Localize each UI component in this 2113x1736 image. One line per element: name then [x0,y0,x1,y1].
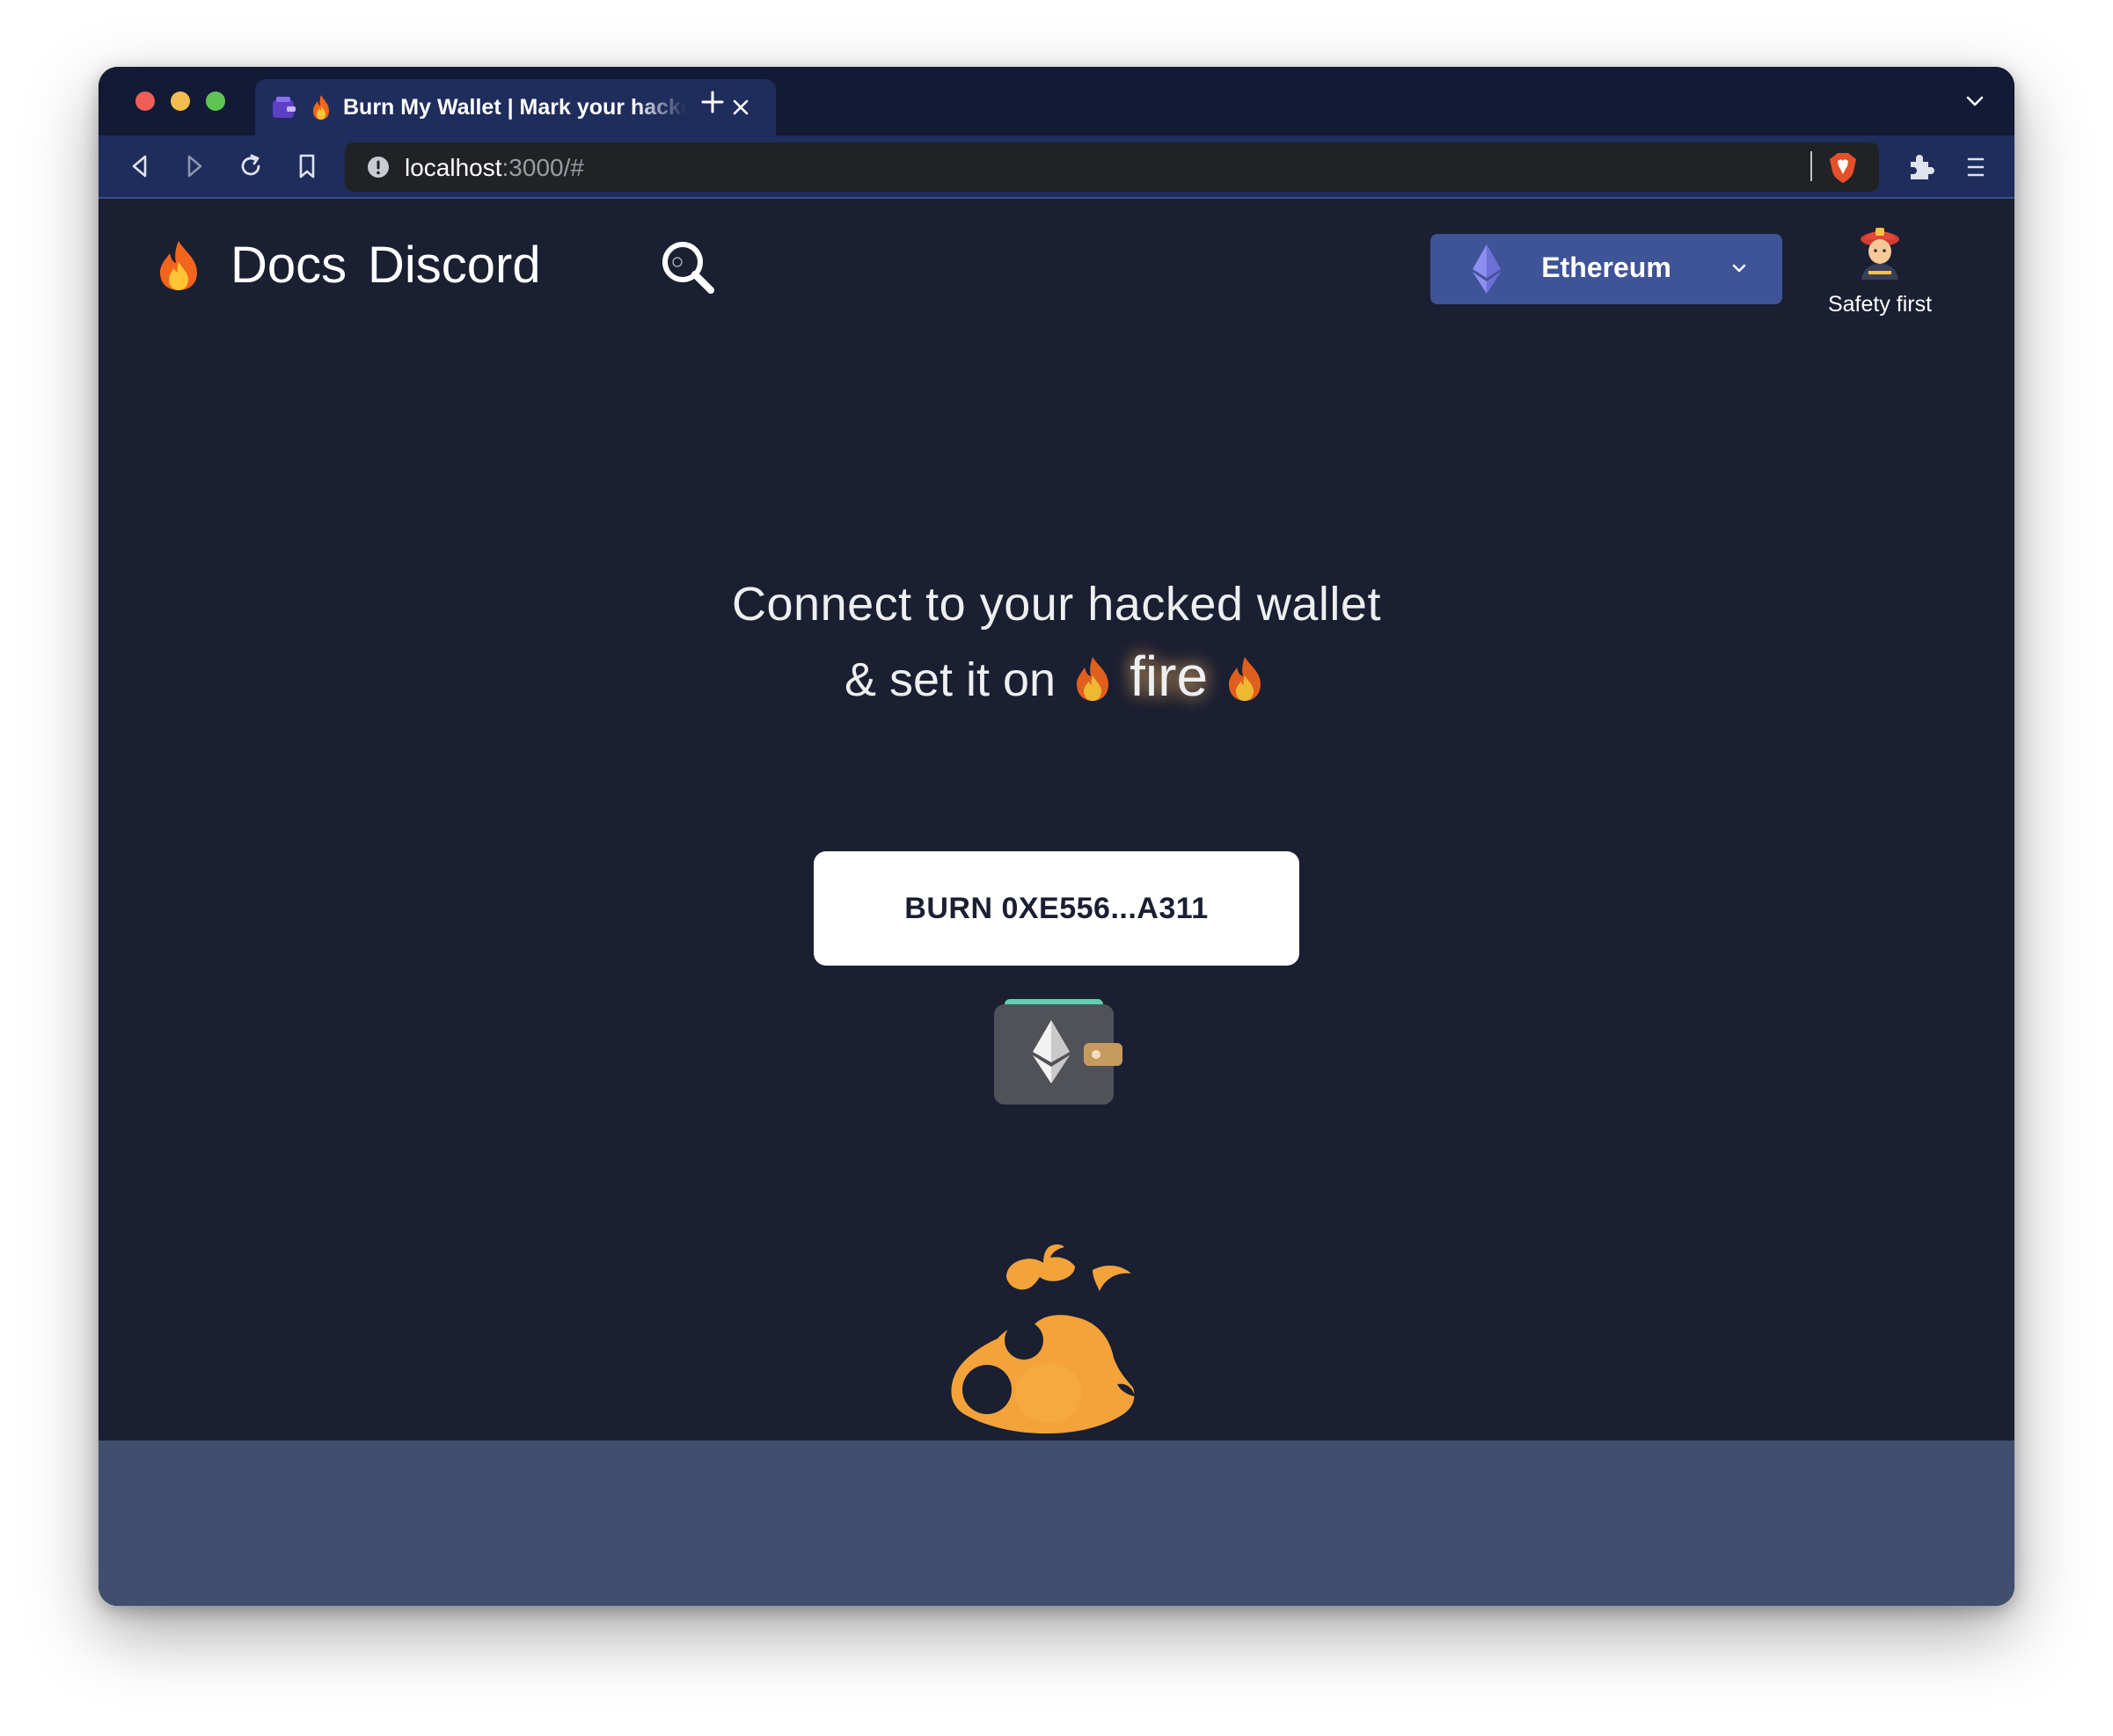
chevron-down-icon [1732,264,1746,273]
chevron-down-icon[interactable] [1965,93,1985,109]
tab-title: Burn My Wallet | Mark your hacked wallet [343,95,686,120]
close-window-button[interactable] [135,91,155,111]
eth-wallet-icon [994,999,1122,1105]
search-icon[interactable] [658,237,718,297]
safety-first-label[interactable]: Safety first [1823,292,1937,317]
close-tab-icon[interactable] [730,97,751,118]
burn-wallet-button[interactable]: BURN 0XE556...A311 [814,851,1299,966]
bookmark-icon[interactable] [292,151,322,181]
firefighter-icon[interactable] [1856,225,1904,280]
maximize-window-button[interactable] [206,91,225,111]
forward-icon[interactable] [179,151,209,181]
page-content: Docs Discord Ethereum Safety first Conne… [99,199,2014,1606]
active-tab[interactable]: Burn My Wallet | Mark your hacked wallet [255,79,776,135]
reload-icon[interactable] [236,151,266,181]
site-info-icon[interactable] [366,155,391,179]
fire-logo-icon[interactable] [157,239,201,292]
tab-bar: Burn My Wallet | Mark your hacked wallet [99,67,2014,135]
fire-icon [1077,657,1109,701]
network-select[interactable]: Ethereum [1430,234,1782,304]
url-text: localhost:3000/# [405,154,584,182]
hero-fire-word: fire [1130,645,1209,708]
hero-subline: & set it on fire [99,644,2014,714]
nav-link-discord[interactable]: Discord [368,236,541,295]
new-tab-icon[interactable] [700,90,725,114]
browser-toolbar: localhost:3000/# [99,135,2014,199]
url-divider [1810,151,1812,181]
minimize-window-button[interactable] [171,91,190,111]
nav-link-docs[interactable]: Docs [230,236,347,295]
url-path: :3000/# [501,154,584,181]
brave-shields-icon[interactable] [1828,151,1858,185]
back-icon[interactable] [125,151,155,181]
extensions-icon[interactable] [1904,151,1935,183]
hero-subline-prefix: & set it on [844,653,1056,706]
flame-mascot-icon [951,1244,1135,1433]
menu-icon[interactable] [1962,153,1990,181]
fire-icon [1229,657,1261,701]
ground-strip [99,1441,2014,1606]
fire-icon [313,95,329,120]
address-bar[interactable]: localhost:3000/# [345,142,1879,192]
browser-window: Burn My Wallet | Mark your hacked wallet [99,67,2014,1606]
wallet-favicon-icon [273,97,296,118]
url-host: localhost [405,154,502,181]
hero-headline: Connect to your hacked wallet [732,578,1381,631]
